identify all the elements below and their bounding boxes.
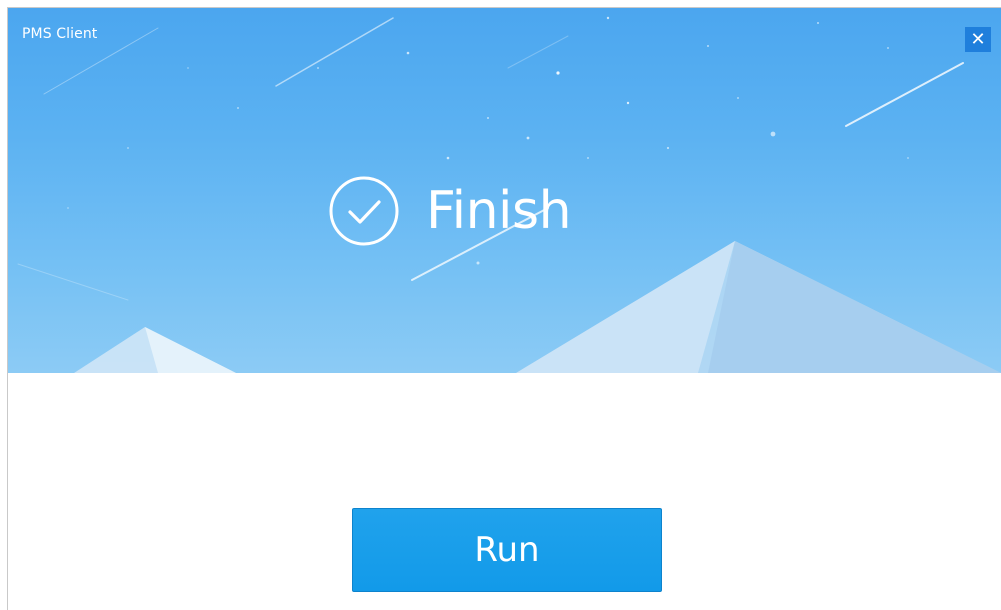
close-button[interactable]: ✕ (965, 27, 991, 52)
finish-label: Finish (426, 181, 572, 241)
check-circle-icon (329, 176, 399, 246)
app-title: PMS Client (22, 26, 98, 42)
finish-status: Finish (328, 176, 572, 246)
header-banner: PMS Client ✕ Finish (8, 8, 1001, 373)
run-button[interactable]: Run (352, 508, 662, 592)
installer-window: PMS Client ✕ Finish Run (8, 8, 1001, 610)
